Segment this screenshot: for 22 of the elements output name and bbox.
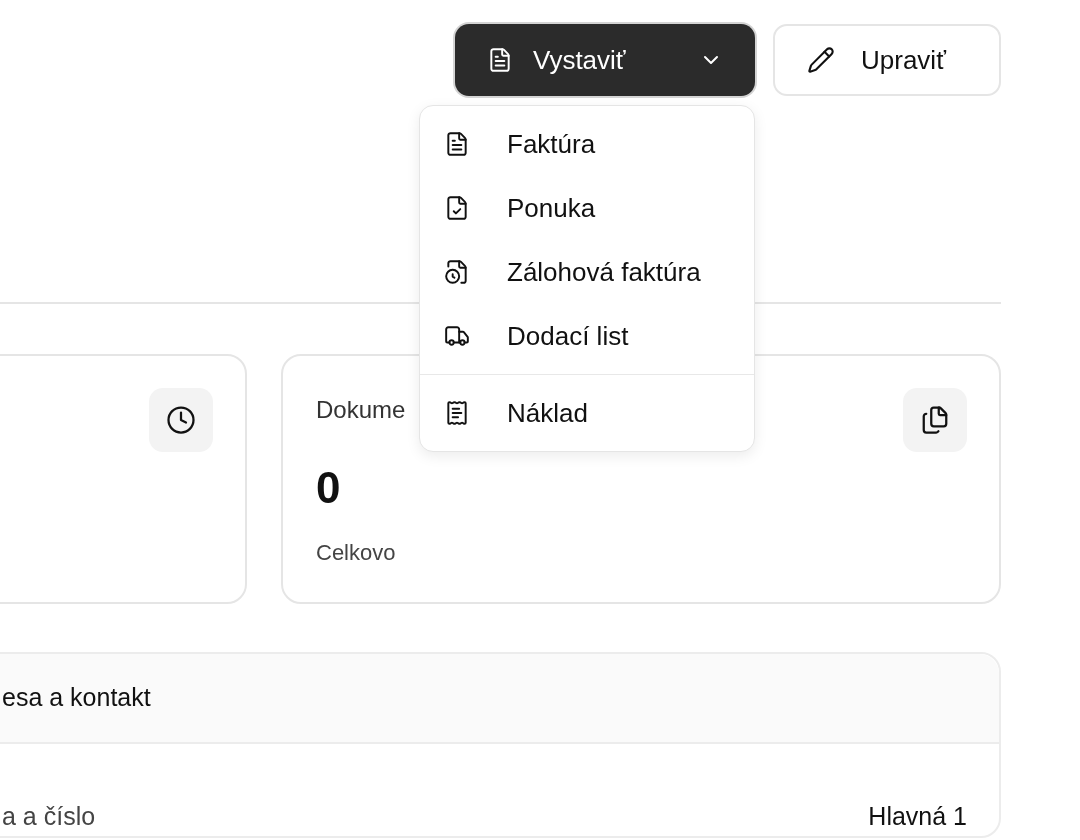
- pencil-icon: [807, 46, 835, 74]
- document-check-icon: [444, 195, 470, 221]
- truck-icon: [444, 323, 470, 349]
- edit-button[interactable]: Upraviť: [773, 24, 1001, 96]
- menu-item[interactable]: Ponuka: [420, 176, 754, 240]
- files-icon: [920, 405, 950, 435]
- issue-dropdown-button[interactable]: Vystaviť: [455, 24, 755, 96]
- card-caption: Celkovo: [316, 539, 397, 567]
- document-icon: [487, 47, 513, 73]
- document-icon: [444, 131, 470, 157]
- menu-item[interactable]: Náklad: [420, 381, 754, 445]
- document-clock-icon: [444, 259, 470, 285]
- menu-item[interactable]: Zálohová faktúra: [420, 240, 754, 304]
- field-label: a a číslo: [2, 801, 96, 832]
- receipt-icon: [444, 400, 470, 426]
- card-title: Dokume: [316, 395, 406, 425]
- menu-item[interactable]: Faktúra: [420, 112, 754, 176]
- clock-icon: [166, 405, 196, 435]
- field-value: Hlavná 1: [868, 801, 967, 832]
- card-value: 0: [316, 466, 342, 510]
- panel-title: esa a kontakt: [2, 682, 151, 714]
- menu-item[interactable]: Dodací list: [420, 304, 754, 368]
